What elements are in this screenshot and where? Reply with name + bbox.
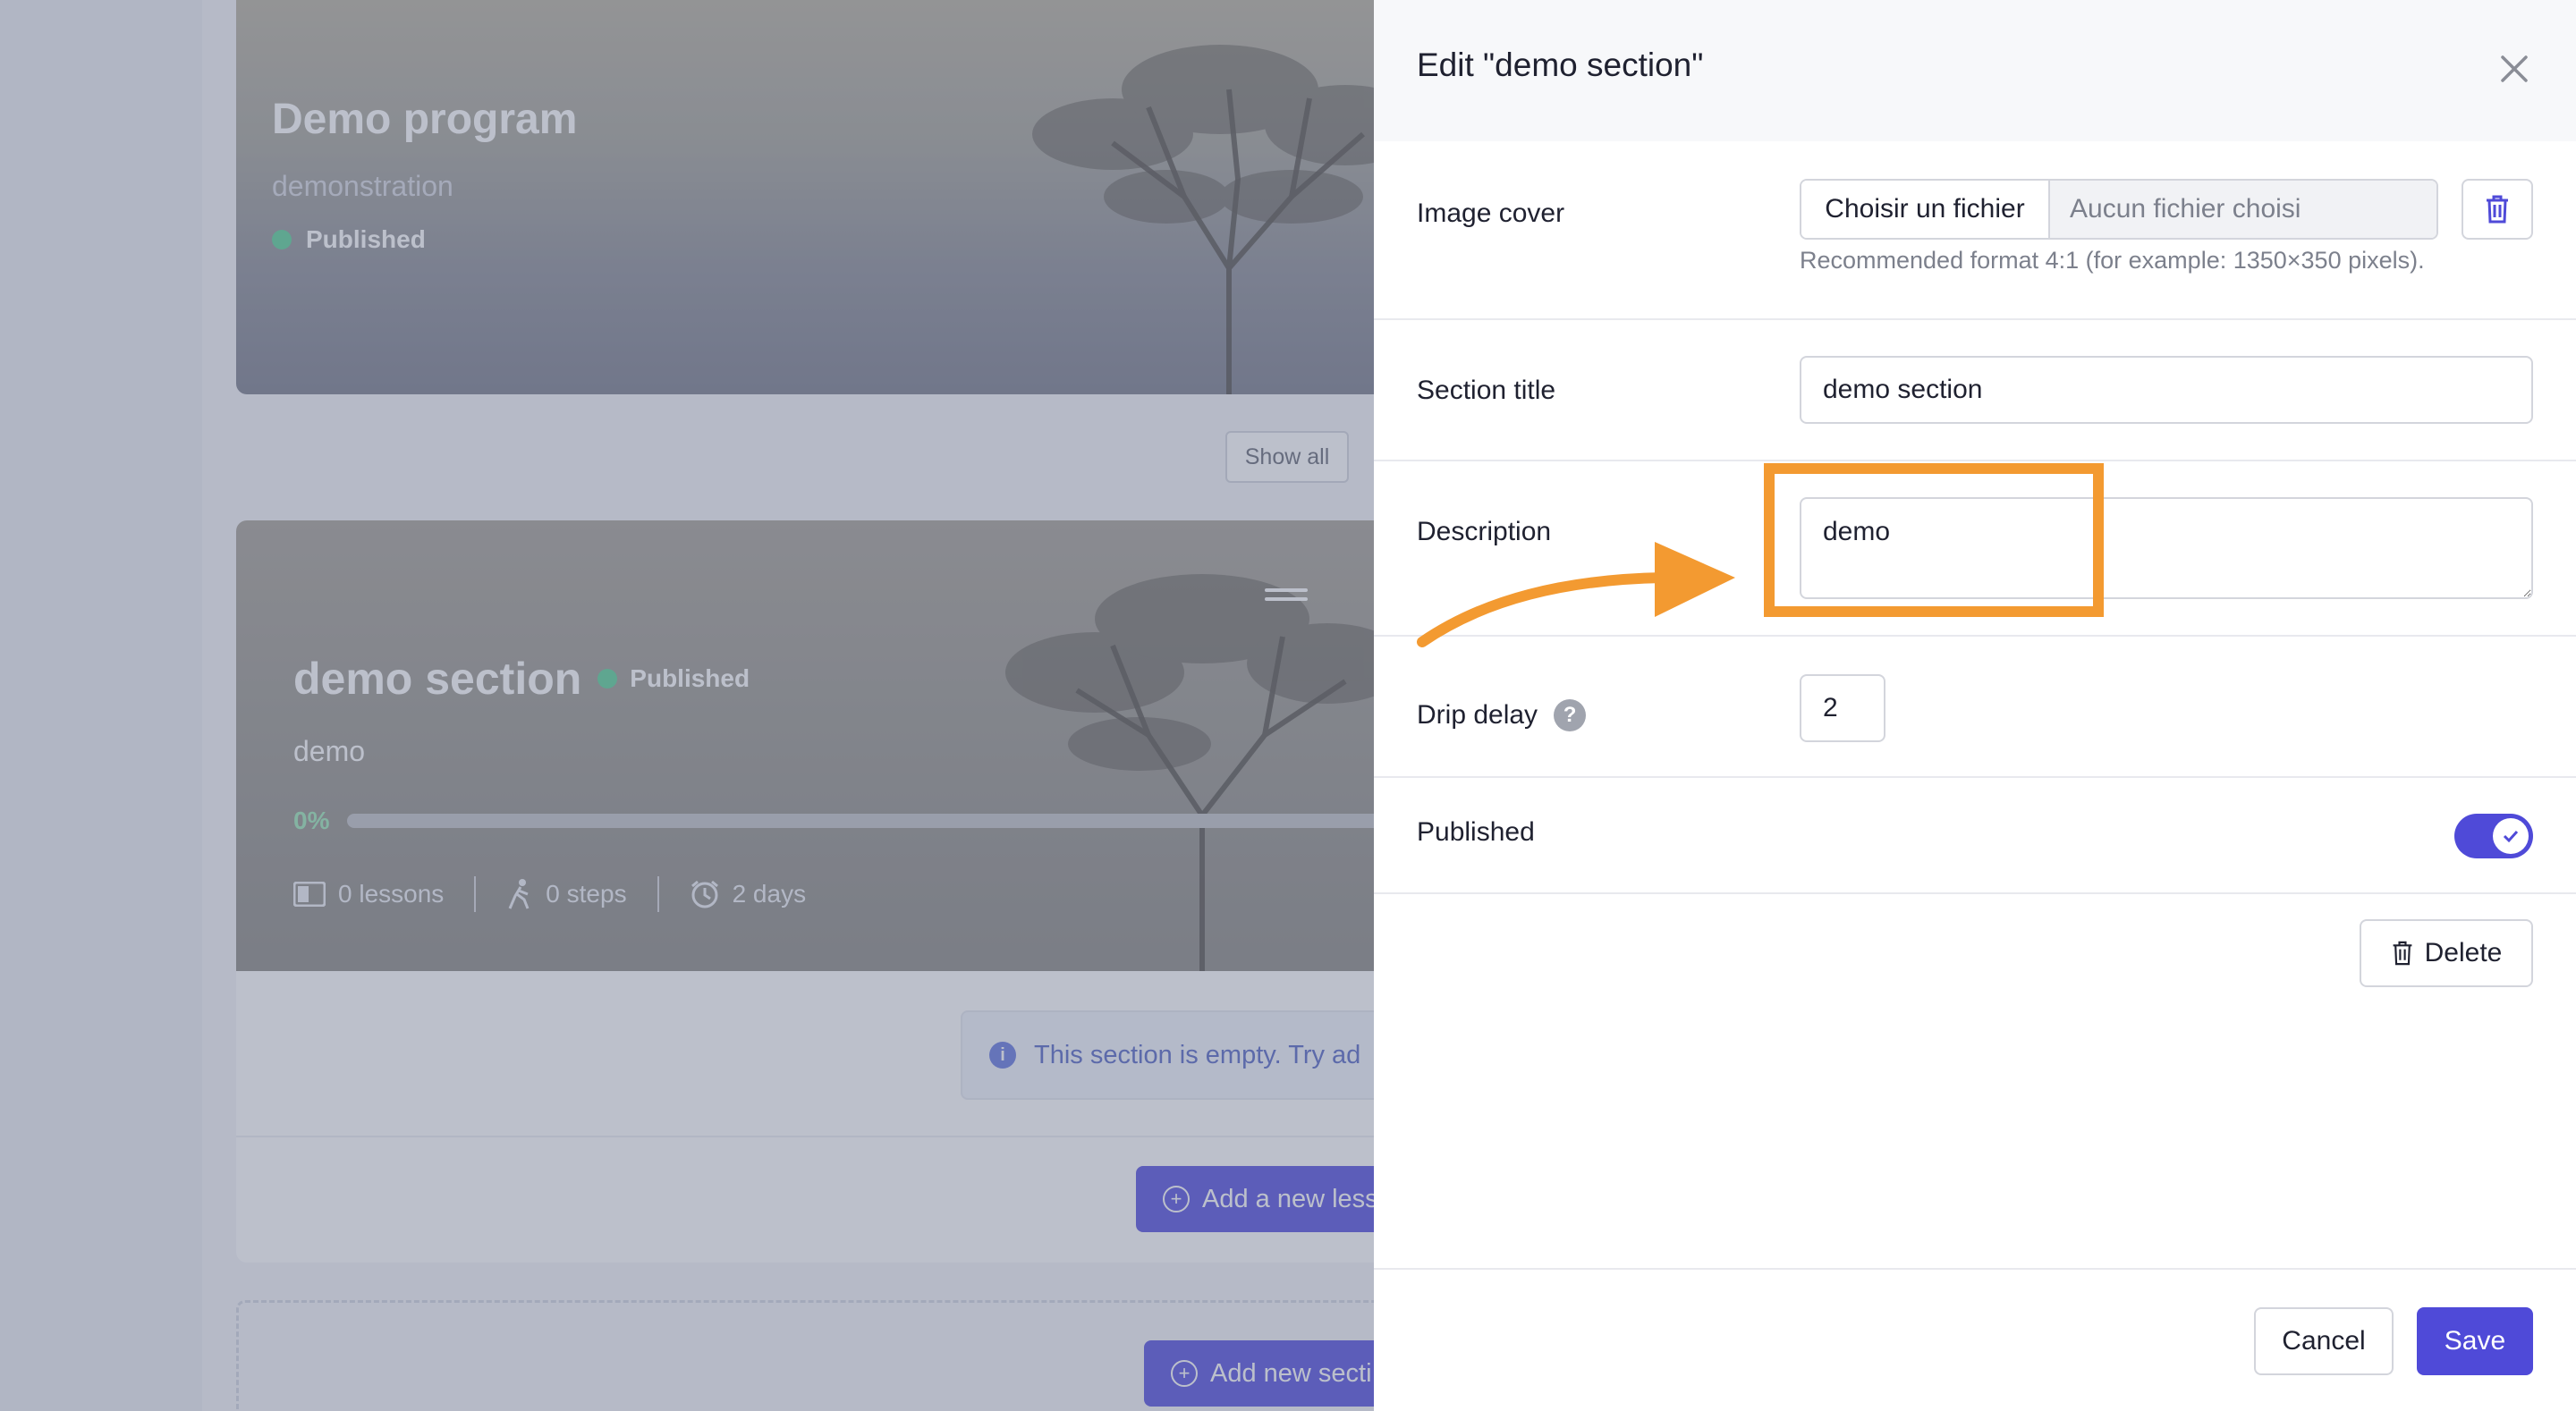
remove-image-button[interactable] [2462, 179, 2533, 240]
modal-backdrop[interactable] [0, 0, 1374, 1411]
divider [1374, 776, 2576, 778]
published-label: Published [1417, 817, 1535, 847]
drawer-header: Edit "demo section" [1374, 0, 2576, 141]
drawer-title: Edit "demo section" [1417, 46, 1704, 83]
section-title-input[interactable] [1800, 356, 2533, 424]
drip-delay-input[interactable] [1800, 674, 1885, 742]
check-icon [2503, 830, 2519, 843]
toggle-knob [2493, 818, 2529, 854]
annotation-highlight [1764, 463, 2104, 617]
footer-divider [1374, 1268, 2576, 1270]
drip-delay-label-row: Drip delay ? [1417, 699, 1587, 731]
image-cover-label: Image cover [1417, 199, 1565, 228]
published-toggle[interactable] [2454, 814, 2533, 858]
image-cover-file-input[interactable]: Choisir un fichier Aucun fichier choisi [1800, 179, 2438, 240]
divider [1374, 318, 2576, 320]
delete-button[interactable]: Delete [2360, 919, 2533, 987]
close-icon[interactable] [2492, 46, 2537, 91]
edit-section-drawer: Edit "demo section" Image cover Choisir … [1374, 0, 2576, 1411]
annotation-arrow [1417, 542, 1735, 647]
divider [1374, 892, 2576, 894]
question-icon[interactable]: ? [1554, 699, 1587, 731]
trash-icon [2393, 941, 2412, 966]
section-title-label: Section title [1417, 376, 1556, 405]
delete-label: Delete [2424, 938, 2503, 967]
trash-icon [2487, 195, 2508, 224]
background-page: Demo program demonstration Published Sho… [0, 0, 1374, 1411]
file-status: Aucun fichier choisi [2050, 181, 2436, 238]
image-cover-help: Recommended format 4:1 (for example: 135… [1800, 247, 2425, 274]
choose-file-button[interactable]: Choisir un fichier [1801, 181, 2050, 238]
cancel-button[interactable]: Cancel [2254, 1307, 2394, 1375]
save-button[interactable]: Save [2417, 1307, 2533, 1375]
divider [1374, 460, 2576, 461]
drip-delay-label: Drip delay [1417, 700, 1538, 730]
